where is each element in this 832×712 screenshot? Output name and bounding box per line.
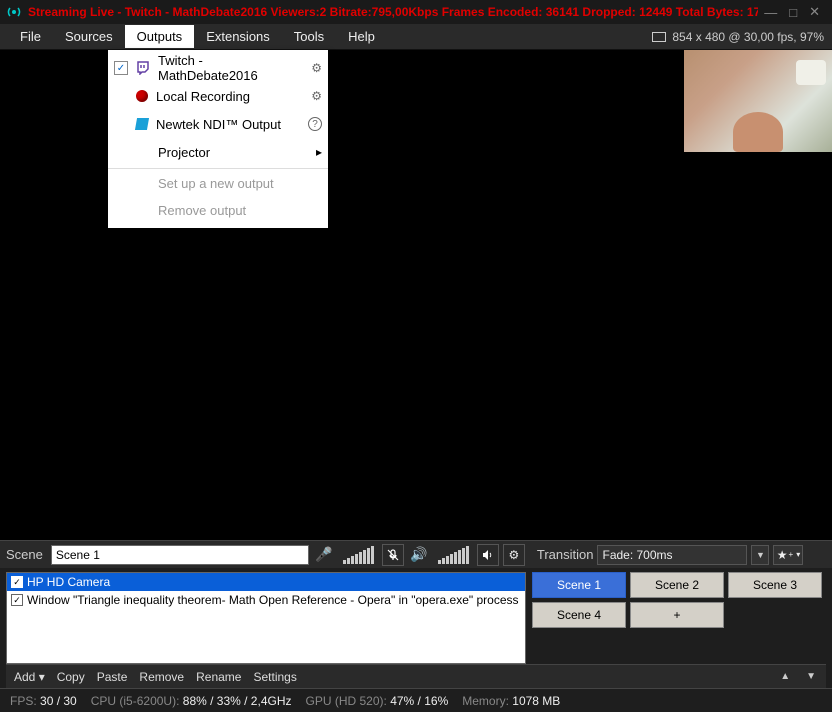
output-projector-label: Projector — [158, 145, 308, 160]
mic-mute-icon[interactable] — [382, 544, 404, 566]
paste-button[interactable]: Paste — [97, 670, 128, 684]
camera-thumbnail[interactable] — [684, 50, 832, 152]
move-up-icon[interactable]: ▲ — [778, 671, 792, 682]
output-setup-label: Set up a new output — [158, 176, 322, 191]
output-remove-label: Remove output — [158, 203, 322, 218]
twitch-icon — [136, 61, 150, 75]
output-twitch[interactable]: ✓ Twitch - MathDebate2016 ⚙ — [108, 54, 328, 82]
close-button[interactable]: ✕ — [803, 4, 826, 20]
source-row[interactable]: ✓ HP HD Camera — [7, 573, 525, 591]
statusbar: FPS: 30 / 30 CPU (i5-6200U): 88% / 33% /… — [0, 688, 832, 712]
move-down-icon[interactable]: ▼ — [804, 671, 818, 682]
menu-tools[interactable]: Tools — [282, 25, 336, 48]
menu-extensions[interactable]: Extensions — [194, 25, 282, 48]
window-title: Streaming Live - Twitch - MathDebate2016… — [28, 5, 758, 19]
app-window: Streaming Live - Twitch - MathDebate2016… — [0, 0, 832, 712]
speaker-icon-left[interactable]: 🔊 — [408, 544, 430, 566]
scene-button-3[interactable]: Scene 3 — [728, 572, 822, 598]
mic-volume-meter[interactable] — [343, 546, 374, 564]
output-local-recording[interactable]: Local Recording ⚙ — [108, 82, 328, 110]
remove-button[interactable]: Remove — [139, 670, 184, 684]
scene-name-input[interactable] — [51, 545, 309, 565]
menubar: File Sources Outputs Extensions Tools He… — [0, 24, 832, 50]
scene-label: Scene — [6, 547, 43, 562]
output-projector[interactable]: Projector ▸ — [108, 138, 328, 166]
transition-select[interactable]: Fade: 700ms — [597, 545, 747, 565]
speaker-icon[interactable] — [477, 544, 499, 566]
gear-icon[interactable]: ⚙ — [311, 61, 322, 75]
output-ndi-label: Newtek NDI™ Output — [156, 117, 300, 132]
output-setup-new[interactable]: Set up a new output — [108, 168, 328, 196]
help-icon[interactable]: ? — [308, 117, 322, 131]
output-twitch-label: Twitch - MathDebate2016 — [158, 53, 303, 83]
scene-add-button[interactable]: + — [630, 602, 724, 628]
scene-toolbar: Scene 🎤 🔊 ⚙ Transition Fade: 700ms ▼ ★+▾ — [0, 540, 832, 568]
source-label: HP HD Camera — [27, 575, 110, 589]
checkbox-icon[interactable]: ✓ — [11, 576, 23, 588]
transition-dropdown-button[interactable]: ▼ — [751, 545, 769, 565]
lower-panel: ✓ HP HD Camera ✓ Window "Triangle inequa… — [0, 568, 832, 664]
minimize-button[interactable]: — — [758, 5, 783, 20]
sources-list[interactable]: ✓ HP HD Camera ✓ Window "Triangle inequa… — [6, 572, 526, 664]
monitor-icon — [652, 32, 666, 42]
scene-button-1[interactable]: Scene 1 — [532, 572, 626, 598]
record-icon — [136, 90, 148, 102]
mic-mute-left-icon[interactable]: 🎤 — [313, 544, 335, 566]
output-local-label: Local Recording — [156, 89, 303, 104]
menu-help[interactable]: Help — [336, 25, 387, 48]
scene-button-2[interactable]: Scene 2 — [630, 572, 724, 598]
menu-outputs[interactable]: Outputs — [125, 25, 195, 48]
menu-sources[interactable]: Sources — [53, 25, 125, 48]
outputs-dropdown: ✓ Twitch - MathDebate2016 ⚙ Local Record… — [108, 50, 328, 228]
output-remove[interactable]: Remove output — [108, 196, 328, 224]
output-ndi[interactable]: Newtek NDI™ Output ? — [108, 110, 328, 138]
settings-button[interactable]: Settings — [253, 670, 296, 684]
settings-gear-icon[interactable]: ⚙ — [503, 544, 525, 566]
checkbox-icon: ✓ — [114, 61, 128, 75]
source-label: Window "Triangle inequality theorem- Mat… — [27, 593, 519, 607]
add-button[interactable]: Add ▾ — [14, 670, 45, 684]
menu-file[interactable]: File — [8, 25, 53, 48]
transition-label: Transition — [537, 547, 594, 562]
scene-button-4[interactable]: Scene 4 — [532, 602, 626, 628]
resolution-status: 854 x 480 @ 30,00 fps, 97% — [652, 30, 824, 44]
chevron-right-icon: ▸ — [316, 145, 322, 159]
titlebar: Streaming Live - Twitch - MathDebate2016… — [0, 0, 832, 24]
sources-toolbar: Add ▾ Copy Paste Remove Rename Settings … — [6, 664, 826, 688]
speaker-volume-meter[interactable] — [438, 546, 469, 564]
scene-buttons: Scene 1 Scene 2 Scene 3 Scene 4 + — [532, 568, 832, 664]
copy-button[interactable]: Copy — [57, 670, 85, 684]
checkbox-icon[interactable]: ✓ — [11, 594, 23, 606]
maximize-button[interactable]: □ — [783, 5, 803, 20]
app-icon — [6, 4, 22, 20]
favorite-add-button[interactable]: ★+▾ — [773, 545, 803, 565]
source-row[interactable]: ✓ Window "Triangle inequality theorem- M… — [7, 591, 525, 609]
ndi-icon — [135, 118, 149, 130]
rename-button[interactable]: Rename — [196, 670, 241, 684]
gear-icon[interactable]: ⚙ — [311, 89, 322, 103]
